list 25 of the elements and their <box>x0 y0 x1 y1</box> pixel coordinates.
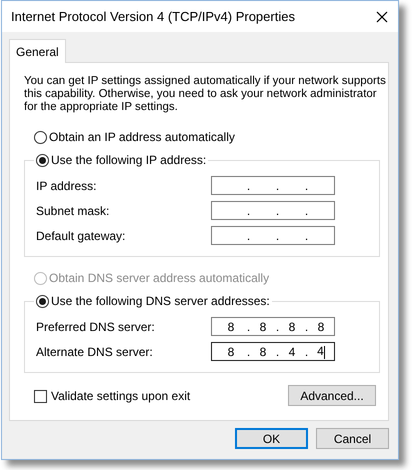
radio-label[interactable]: Use the following DNS server addresses: <box>51 294 270 308</box>
checkbox[interactable] <box>34 390 47 402</box>
close-icon[interactable] <box>376 10 388 22</box>
ip-address-field[interactable]: 8 . 8 . 8 . 8 <box>211 317 335 336</box>
tab[interactable]: General <box>9 39 66 63</box>
radio-label[interactable]: Use the following IP address: <box>51 153 206 167</box>
radio-button[interactable] <box>36 294 49 308</box>
window-title: Internet Protocol Version 4 (TCP/IPv4) Properties <box>11 9 295 24</box>
checkbox-label[interactable]: Validate settings upon exit <box>51 389 190 403</box>
field-label: Alternate DNS server: <box>36 344 153 358</box>
description-text: You can get IP settings assigned automatically if your network supports this capability. Otherwise, you need to ask your network administrator for the appropriate IP settings. <box>24 75 386 114</box>
ip-address-field[interactable]: . . . <box>211 226 335 245</box>
radio-label[interactable]: Obtain an IP address automatically <box>49 130 235 144</box>
field-label: Subnet mask: <box>36 204 110 218</box>
ip-address-field[interactable]: . . . <box>211 201 335 220</box>
ip-address-field[interactable]: 8 . 8 . 4 . 4 <box>211 342 335 361</box>
field-label: Preferred DNS server: <box>36 320 155 334</box>
dialog-button[interactable]: Cancel <box>316 428 389 449</box>
advanced-button[interactable]: Advanced... <box>288 385 376 406</box>
radio-button[interactable] <box>36 154 49 166</box>
dialog-button[interactable]: OK <box>235 428 308 449</box>
ip-address-field[interactable]: . . . <box>211 176 335 195</box>
radio-button[interactable] <box>34 130 47 144</box>
field-label: IP address: <box>36 178 96 192</box>
field-label: Default gateway: <box>36 228 126 242</box>
